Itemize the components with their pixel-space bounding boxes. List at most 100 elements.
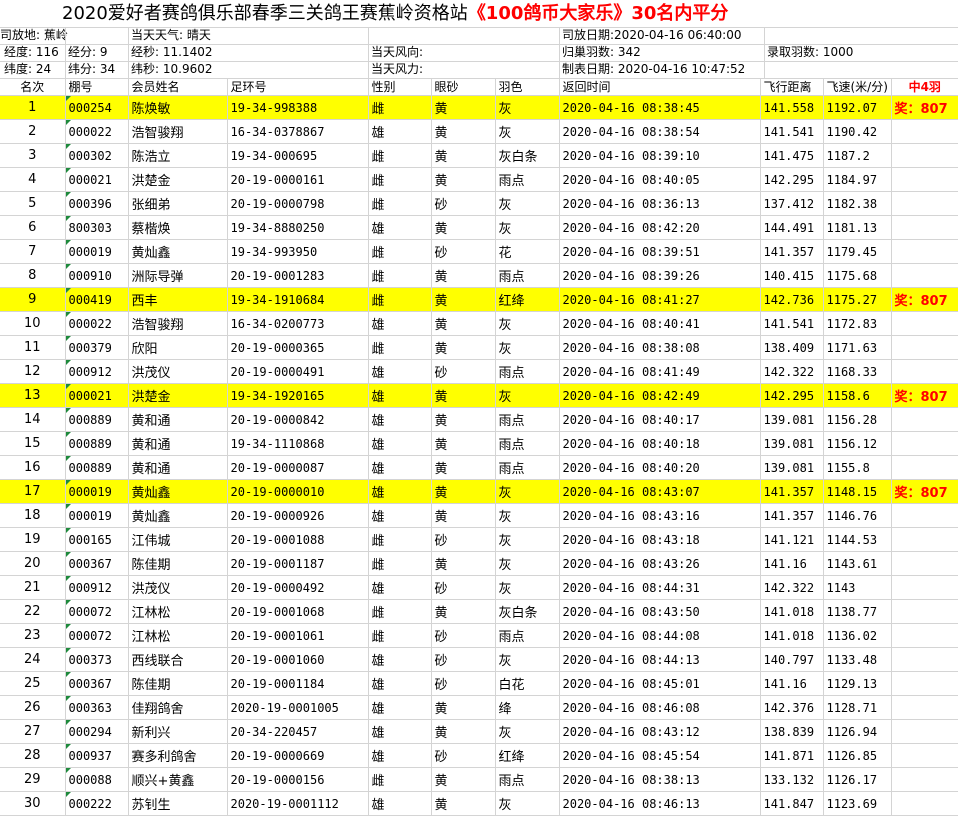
cell-flight-speed: 1172.83 xyxy=(823,311,892,336)
cell-feather-color: 雨点 xyxy=(495,263,560,288)
cell-member-name: 顺兴+黄鑫 xyxy=(128,767,228,792)
cell-prize xyxy=(891,167,958,192)
cell-flight-speed: 1123.69 xyxy=(823,791,892,816)
cell-eye-sand: 黄 xyxy=(431,551,496,576)
cell-prize xyxy=(891,743,958,768)
cell-rank: 5 xyxy=(0,191,66,216)
table-row: 24 000373 西线联合 20-19-0001060 雄砂灰 2020-04-16 0… xyxy=(0,647,958,672)
cell-loft-number: 000022 xyxy=(65,119,129,144)
cell-eye-sand: 黄 xyxy=(431,407,496,432)
header-eye: 眼砂 xyxy=(431,78,496,96)
cell-member-name: 洲际导弹 xyxy=(128,263,228,288)
cell-flight-speed: 1143.61 xyxy=(823,551,892,576)
cell-return-time: 2020-04-16 08:43:18 xyxy=(559,527,761,552)
cell-flight-speed: 1168.33 xyxy=(823,359,892,384)
cell-eye-sand: 黄 xyxy=(431,335,496,360)
table-row: 22 000072 江林松 20-19-0001068 雌黄灰白条 2020-04-16 … xyxy=(0,599,958,624)
cell-eye-sand: 黄 xyxy=(431,503,496,528)
cell-return-time: 2020-04-16 08:40:41 xyxy=(559,311,761,336)
cell-flight-distance: 141.475 xyxy=(760,143,824,168)
cell-member-name: 江伟城 xyxy=(128,527,228,552)
cell-comment-marker xyxy=(65,312,71,317)
info-row-3: 纬度: 24 纬分: 34 纬秒: 10.9602 当天风力: 制表日期: 20… xyxy=(0,61,958,79)
header-return-time: 返回时间 xyxy=(559,78,761,96)
cell-sex: 雌 xyxy=(368,143,432,168)
cell-sex: 雌 xyxy=(368,599,432,624)
cell-prize xyxy=(891,647,958,672)
cell-member-name: 陈佳期 xyxy=(128,671,228,696)
cell-member-name: 黄和通 xyxy=(128,431,228,456)
cell-ring-number: 20-19-0000010 xyxy=(227,479,369,504)
cell-sex: 雄 xyxy=(368,359,432,384)
cell-feather-color: 灰 xyxy=(495,647,560,672)
table-row: 16 000889 黄和通 20-19-0000087 雄黄雨点 2020-04-16 0… xyxy=(0,455,958,480)
cell-flight-speed: 1187.2 xyxy=(823,143,892,168)
cell-sex: 雄 xyxy=(368,215,432,240)
cell-feather-color: 灰 xyxy=(495,503,560,528)
cell-feather-color: 雨点 xyxy=(495,407,560,432)
cell-flight-distance: 141.16 xyxy=(760,671,824,696)
cell-prize xyxy=(891,455,958,480)
cell-return-time: 2020-04-16 08:40:17 xyxy=(559,407,761,432)
cell-comment-marker xyxy=(65,672,71,677)
cell-eye-sand: 砂 xyxy=(431,359,496,384)
cell-member-name: 洪茂仪 xyxy=(128,575,228,600)
cell-eye-sand: 黄 xyxy=(431,95,496,120)
cell-rank: 16 xyxy=(0,455,66,480)
cell-flight-distance: 140.797 xyxy=(760,647,824,672)
table-row: 27 000294 新利兴 20-34-220457 雄黄灰 2020-04-16 08:… xyxy=(0,719,958,744)
cell-comment-marker xyxy=(65,696,71,701)
cell-loft-number: 000072 xyxy=(65,599,129,624)
cell-comment-marker xyxy=(65,408,71,413)
cell-member-name: 江林松 xyxy=(128,623,228,648)
cell-flight-distance: 133.132 xyxy=(760,767,824,792)
table-row: 7 000019 黄灿鑫 19-34-993950 雌砂花 2020-04-16 08:3… xyxy=(0,239,958,264)
cell-loft-number: 000294 xyxy=(65,719,129,744)
cell-return-time: 2020-04-16 08:43:12 xyxy=(559,719,761,744)
cell-member-name: 黄和通 xyxy=(128,455,228,480)
cell-return-time: 2020-04-16 08:38:45 xyxy=(559,95,761,120)
cell-rank: 7 xyxy=(0,239,66,264)
cell-comment-marker xyxy=(65,288,71,293)
cell-flight-distance: 138.839 xyxy=(760,719,824,744)
cell-flight-distance: 141.018 xyxy=(760,599,824,624)
cell-comment-marker xyxy=(65,432,71,437)
cell-feather-color: 雨点 xyxy=(495,431,560,456)
cell-return-time: 2020-04-16 08:46:08 xyxy=(559,695,761,720)
cell-member-name: 陈焕敏 xyxy=(128,95,228,120)
cell-loft-number: 000379 xyxy=(65,335,129,360)
cell-return-time: 2020-04-16 08:43:50 xyxy=(559,599,761,624)
header-loft: 棚号 xyxy=(65,78,129,96)
cell-feather-color: 灰白条 xyxy=(495,599,560,624)
cell-member-name: 洪楚金 xyxy=(128,383,228,408)
cell-flight-distance: 139.081 xyxy=(760,455,824,480)
cell-prize xyxy=(891,215,958,240)
cell-comment-marker xyxy=(65,528,71,533)
cell-sex: 雄 xyxy=(368,719,432,744)
cell-prize xyxy=(891,359,958,384)
cell-feather-color: 灰 xyxy=(495,215,560,240)
cell-flight-speed: 1181.13 xyxy=(823,215,892,240)
cell-flight-speed: 1192.07 xyxy=(823,95,892,120)
cell-sex: 雌 xyxy=(368,551,432,576)
table-row: 20 000367 陈佳期 20-19-0001187 雌黄灰 2020-04-16 08… xyxy=(0,551,958,576)
cell-flight-speed: 1126.94 xyxy=(823,719,892,744)
cell-flight-distance: 141.018 xyxy=(760,623,824,648)
title-main: 2020爱好者赛鸽俱乐部春季三关鸽王赛蕉岭资格站 xyxy=(62,3,468,24)
cell-rank: 21 xyxy=(0,575,66,600)
table-row: 12 000912 洪茂仪 20-19-0000491 雄砂雨点 2020-04-16 0… xyxy=(0,359,958,384)
table-date: 制表日期: 2020-04-16 10:47:52 xyxy=(562,62,746,76)
cell-flight-distance: 141.558 xyxy=(760,95,824,120)
cell-rank: 12 xyxy=(0,359,66,384)
cell-ring-number: 20-19-0000161 xyxy=(227,167,369,192)
cell-loft-number: 000889 xyxy=(65,455,129,480)
cell-feather-color: 雨点 xyxy=(495,167,560,192)
table-row: 1 000254 陈焕敏 19-34-998388 雌黄灰 2020-04-16 08:3… xyxy=(0,95,958,120)
cell-ring-number: 19-34-000695 xyxy=(227,143,369,168)
cell-ring-number: 20-19-0001187 xyxy=(227,551,369,576)
cell-rank: 3 xyxy=(0,143,66,168)
cell-flight-distance: 141.16 xyxy=(760,551,824,576)
cell-prize xyxy=(891,335,958,360)
cell-return-time: 2020-04-16 08:46:13 xyxy=(559,791,761,816)
table-row: 3 000302 陈浩立 19-34-000695 雌黄灰白条 2020-04-16 08… xyxy=(0,143,958,168)
